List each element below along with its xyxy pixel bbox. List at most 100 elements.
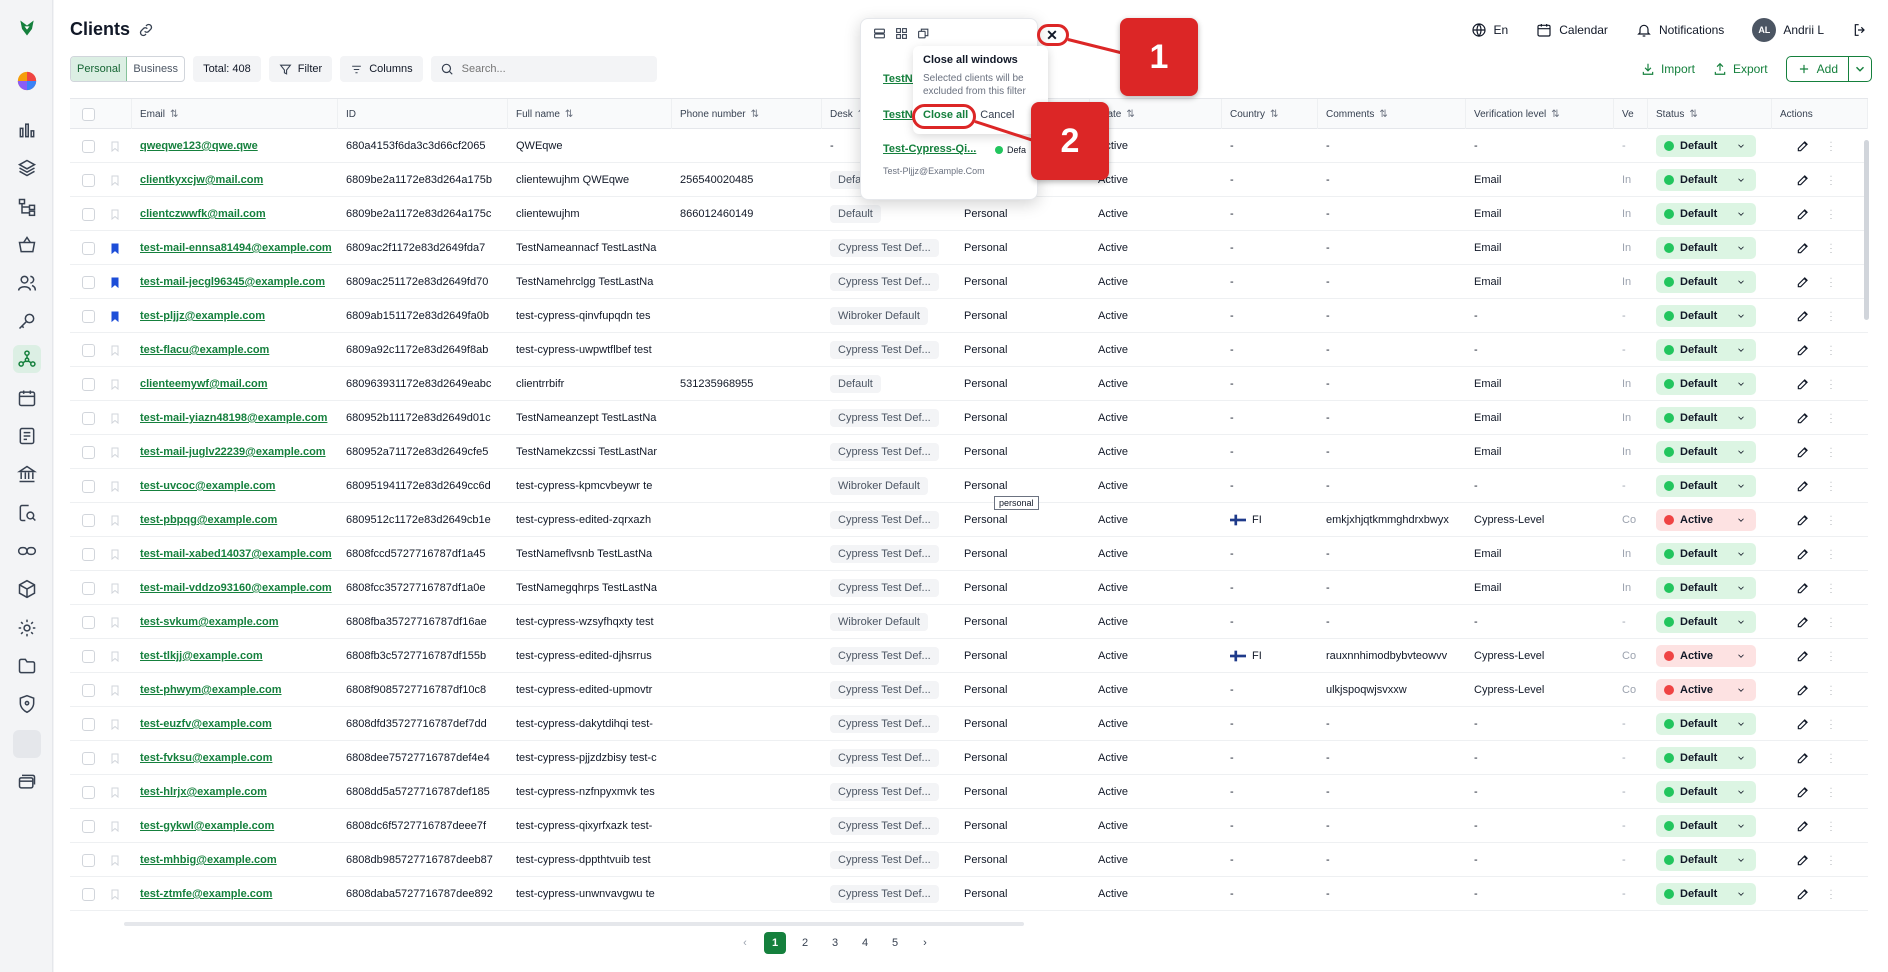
edit-icon[interactable]: [1796, 717, 1810, 731]
cascade-view-icon[interactable]: [917, 27, 930, 40]
pagination-page[interactable]: 1: [764, 932, 786, 954]
status-dropdown[interactable]: Default: [1656, 611, 1756, 633]
edit-icon[interactable]: [1796, 173, 1810, 187]
status-dropdown[interactable]: Active: [1656, 509, 1756, 531]
status-dropdown[interactable]: Default: [1656, 203, 1756, 225]
status-dropdown[interactable]: Default: [1656, 441, 1756, 463]
header-full-name[interactable]: Full name ⇅: [508, 99, 672, 129]
color-wheel-icon[interactable]: [13, 67, 41, 95]
layers-icon[interactable]: [13, 154, 41, 182]
bookmark-icon[interactable]: [109, 276, 121, 289]
status-dropdown[interactable]: Default: [1656, 373, 1756, 395]
table-row[interactable]: test-mhbig@example.com 6808db985727716787…: [70, 843, 1868, 877]
edit-icon[interactable]: [1796, 139, 1810, 153]
link-chain-icon[interactable]: [13, 537, 41, 565]
gear-icon[interactable]: [13, 614, 41, 642]
more-vertical-icon[interactable]: [1824, 819, 1838, 833]
more-vertical-icon[interactable]: [1824, 717, 1838, 731]
bookmark-icon[interactable]: [109, 888, 121, 901]
client-email-link[interactable]: test-pljjz@example.com: [132, 299, 338, 333]
client-email-link[interactable]: qweqwe123@qwe.qwe: [132, 129, 338, 163]
more-vertical-icon[interactable]: [1824, 275, 1838, 289]
row-checkbox[interactable]: [82, 343, 95, 357]
header-email[interactable]: Email ⇅: [132, 99, 338, 129]
status-dropdown[interactable]: Default: [1656, 169, 1756, 191]
edit-icon[interactable]: [1796, 853, 1810, 867]
list-view-icon[interactable]: [873, 27, 886, 40]
segment-business[interactable]: Business: [127, 57, 184, 81]
table-row[interactable]: test-pbpqg@example.com 6809512c1172e83d26…: [70, 503, 1868, 537]
grid-view-icon[interactable]: [895, 27, 908, 40]
sort-icon[interactable]: ⇅: [170, 109, 178, 120]
more-vertical-icon[interactable]: [1824, 581, 1838, 595]
edit-icon[interactable]: [1796, 377, 1810, 391]
header-country[interactable]: Country ⇅: [1222, 99, 1318, 129]
bank-icon[interactable]: [13, 460, 41, 488]
more-vertical-icon[interactable]: [1824, 887, 1838, 901]
client-email-link[interactable]: test-tlkjj@example.com: [132, 639, 338, 673]
status-dropdown[interactable]: Default: [1656, 237, 1756, 259]
row-checkbox[interactable]: [82, 853, 95, 867]
table-row[interactable]: test-ztmfe@example.com 6808daba5727716787…: [70, 877, 1868, 911]
row-checkbox[interactable]: [82, 411, 95, 425]
row-checkbox[interactable]: [82, 139, 95, 153]
more-vertical-icon[interactable]: [1824, 445, 1838, 459]
client-email-link[interactable]: test-ztmfe@example.com: [132, 877, 338, 911]
header-verification-level[interactable]: Verification level ⇅: [1466, 99, 1614, 129]
edit-icon[interactable]: [1796, 207, 1810, 221]
sort-icon[interactable]: ⇅: [1126, 109, 1134, 120]
row-checkbox[interactable]: [82, 241, 95, 255]
row-checkbox[interactable]: [82, 819, 95, 833]
bookmark-icon[interactable]: [109, 548, 121, 561]
more-vertical-icon[interactable]: [1824, 479, 1838, 493]
chart-icon[interactable]: [13, 116, 41, 144]
table-row[interactable]: test-mail-ennsa81494@example.com 6809ac2f…: [70, 231, 1868, 265]
client-email-link[interactable]: test-mail-jecgl96345@example.com: [132, 265, 338, 299]
status-dropdown[interactable]: Active: [1656, 679, 1756, 701]
client-email-link[interactable]: test-hlrjx@example.com: [132, 775, 338, 809]
users-icon[interactable]: [13, 269, 41, 297]
more-vertical-icon[interactable]: [1824, 207, 1838, 221]
status-dropdown[interactable]: Default: [1656, 781, 1756, 803]
row-checkbox[interactable]: [82, 887, 95, 901]
more-vertical-icon[interactable]: [1824, 785, 1838, 799]
more-vertical-icon[interactable]: [1824, 751, 1838, 765]
client-email-link[interactable]: clientczwwfk@mail.com: [132, 197, 338, 231]
edit-icon[interactable]: [1796, 819, 1810, 833]
horizontal-scrollbar[interactable]: [124, 922, 1024, 926]
row-checkbox[interactable]: [82, 513, 95, 527]
row-checkbox[interactable]: [82, 717, 95, 731]
shield-icon[interactable]: [13, 690, 41, 718]
columns-button[interactable]: Columns: [340, 56, 423, 82]
cancel-button[interactable]: Cancel: [980, 109, 1014, 121]
row-checkbox[interactable]: [82, 581, 95, 595]
bookmark-icon[interactable]: [109, 854, 121, 867]
bookmark-icon[interactable]: [109, 412, 121, 425]
logout-icon[interactable]: [1852, 22, 1868, 38]
sort-icon[interactable]: ⇅: [1270, 109, 1278, 120]
row-checkbox[interactable]: [82, 207, 95, 221]
table-row[interactable]: clientczwwfk@mail.com 6809be2a1172e83d264…: [70, 197, 1868, 231]
row-checkbox[interactable]: [82, 377, 95, 391]
client-email-link[interactable]: test-mail-juglv22239@example.com: [132, 435, 338, 469]
table-row[interactable]: test-tlkjj@example.com 6808fb3c5727716787…: [70, 639, 1868, 673]
pagination-prev[interactable]: ‹: [734, 932, 756, 954]
export-button[interactable]: Export: [1713, 62, 1768, 76]
hierarchy-icon[interactable]: [13, 193, 41, 221]
sort-icon[interactable]: ⇅: [751, 109, 759, 120]
bookmark-icon[interactable]: [109, 514, 121, 527]
more-vertical-icon[interactable]: [1824, 513, 1838, 527]
cards-icon[interactable]: [13, 768, 41, 796]
row-checkbox[interactable]: [82, 649, 95, 663]
client-email-link[interactable]: test-gykwl@example.com: [132, 809, 338, 843]
header-status[interactable]: Status ⇅: [1648, 99, 1772, 129]
edit-icon[interactable]: [1796, 513, 1810, 527]
table-row[interactable]: test-fvksu@example.com 6808dee75727716787…: [70, 741, 1868, 775]
table-row[interactable]: test-mail-jecgl96345@example.com 6809ac25…: [70, 265, 1868, 299]
client-email-link[interactable]: test-mail-vddzo93160@example.com: [132, 571, 338, 605]
sort-icon[interactable]: ⇅: [1689, 109, 1697, 120]
status-dropdown[interactable]: Default: [1656, 713, 1756, 735]
status-dropdown[interactable]: Default: [1656, 883, 1756, 905]
notifications-link[interactable]: Notifications: [1636, 22, 1724, 38]
more-vertical-icon[interactable]: [1824, 173, 1838, 187]
